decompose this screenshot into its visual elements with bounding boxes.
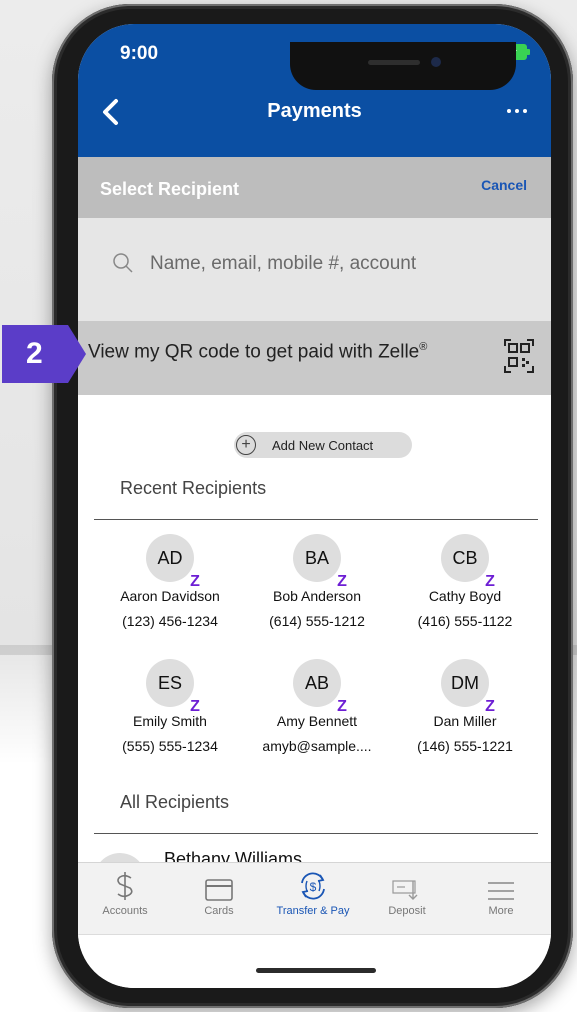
contact-name: Amy Bennett xyxy=(276,713,358,729)
select-recipient-title: Select Recipient xyxy=(100,179,240,199)
zelle-icon: Z xyxy=(190,698,200,715)
qr-code-icon xyxy=(504,339,534,373)
recent-divider xyxy=(94,519,538,520)
plus-circle-icon: + xyxy=(236,435,256,455)
tab-label: Accounts xyxy=(102,905,148,917)
menu-icon xyxy=(488,882,514,900)
zelle-icon: Z xyxy=(190,573,200,590)
add-new-contact-label: Add New Contact xyxy=(272,437,374,453)
search-input[interactable] xyxy=(148,248,492,280)
contact-name: Bob Anderson xyxy=(273,588,361,604)
tab-label: Transfer & Pay xyxy=(276,905,350,917)
contact-name: Emily Smith xyxy=(133,713,207,729)
svg-text:$: $ xyxy=(310,880,317,894)
more-options-button[interactable] xyxy=(497,96,537,126)
recent-contact[interactable]: AB Z Amy Bennett amyb@sample.... xyxy=(252,659,382,754)
avatar: AB Z xyxy=(293,659,347,715)
contact-detail: (146) 555-1221 xyxy=(417,738,513,754)
recent-contact[interactable]: CB Z Cathy Boyd (416) 555-1122 xyxy=(400,534,530,629)
phone-notch xyxy=(290,42,516,90)
transfer-pay-icon: $ xyxy=(301,872,325,900)
view-qr-code-row[interactable]: View my QR code to get paid with Zelle® xyxy=(78,321,551,395)
all-divider xyxy=(94,833,538,834)
zelle-icon: Z xyxy=(485,573,495,590)
tab-label: Cards xyxy=(204,905,234,917)
avatar: DM Z xyxy=(441,659,495,715)
tab-deposit[interactable]: Deposit xyxy=(360,863,454,935)
recent-contact[interactable]: ES Z Emily Smith (555) 555-1234 xyxy=(105,659,235,754)
contact-name: Cathy Boyd xyxy=(428,588,502,604)
cancel-button[interactable]: Cancel xyxy=(481,177,527,193)
contact-detail: (555) 555-1234 xyxy=(122,738,218,754)
search-area xyxy=(78,218,551,321)
recent-contact[interactable]: DM Z Dan Miller (146) 555-1221 xyxy=(400,659,530,754)
tab-more[interactable]: More xyxy=(454,863,548,935)
contact-detail: (123) 456-1234 xyxy=(122,613,218,629)
page-title: Payments xyxy=(267,100,362,122)
contact-detail: (416) 555-1122 xyxy=(417,613,513,629)
home-indicator[interactable] xyxy=(256,968,376,973)
zelle-icon: Z xyxy=(337,573,347,590)
step-badge: 2 xyxy=(2,325,86,383)
tab-label: More xyxy=(488,905,514,917)
tab-bar: Accounts Cards $ Transfer & Pay Deposit … xyxy=(78,862,551,935)
ellipsis-icon xyxy=(507,109,511,113)
qr-row-text: View my QR code to get paid with Zelle® xyxy=(88,341,428,363)
all-recipients-heading: All Recipients xyxy=(120,792,230,812)
registered-mark: ® xyxy=(419,341,428,353)
recent-contact[interactable]: AD Z Aaron Davidson (123) 456-1234 xyxy=(105,534,235,629)
contact-detail: (614) 555-1212 xyxy=(269,613,365,629)
zelle-icon: Z xyxy=(337,698,347,715)
home-indicator-area xyxy=(78,934,551,988)
front-camera xyxy=(431,57,441,67)
tab-transfer-pay[interactable]: $ Transfer & Pay xyxy=(266,863,360,935)
deposit-check-icon xyxy=(392,880,418,900)
speaker-grille xyxy=(368,60,420,65)
search-icon xyxy=(113,253,133,273)
contact-name: Aaron Davidson xyxy=(120,588,220,604)
tab-label: Deposit xyxy=(388,905,426,917)
add-new-contact-button[interactable]: + Add New Contact xyxy=(234,432,412,458)
avatar: BA Z xyxy=(293,534,347,590)
contact-name: Dan Miller xyxy=(433,713,497,729)
tab-accounts[interactable]: Accounts xyxy=(78,863,172,935)
recent-recipients-heading: Recent Recipients xyxy=(120,478,267,498)
contact-detail: amyb@sample.... xyxy=(262,738,372,754)
recent-contact[interactable]: BA Z Bob Anderson (614) 555-1212 xyxy=(252,534,382,629)
avatar: CB Z xyxy=(441,534,495,590)
tab-cards[interactable]: Cards xyxy=(172,863,266,935)
avatar: AD Z xyxy=(146,534,200,590)
phone-screen: 9:00 Payments Select Recipient Cancel Na… xyxy=(78,24,551,988)
dollar-icon xyxy=(117,872,133,900)
card-icon xyxy=(205,879,233,901)
status-time: 9:00 xyxy=(120,43,159,64)
select-recipient-bar: Select Recipient Cancel xyxy=(78,157,551,218)
zelle-icon: Z xyxy=(485,698,495,715)
avatar: ES Z xyxy=(146,659,200,715)
